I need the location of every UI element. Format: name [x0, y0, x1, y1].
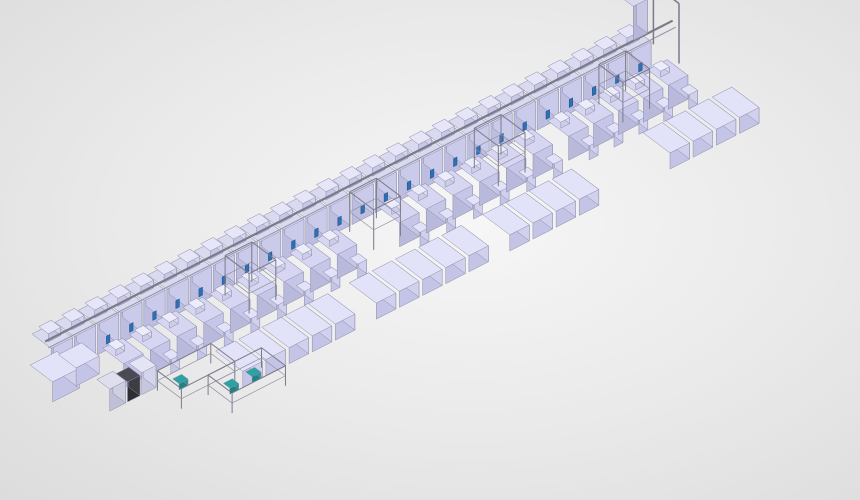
blue-panel	[337, 215, 342, 227]
blue-panel	[129, 322, 134, 333]
cad-viewport[interactable]	[0, 0, 860, 500]
blue-panel	[453, 156, 458, 167]
blue-panel	[545, 109, 550, 120]
teal-part	[172, 374, 189, 391]
blue-panel	[198, 286, 203, 298]
blue-panel	[592, 85, 597, 97]
frame-rail	[207, 384, 233, 404]
blue-panel	[152, 310, 157, 321]
blue-panel	[175, 298, 180, 309]
gantry-beam	[673, 0, 680, 5]
frame-rail	[373, 215, 401, 231]
blue-panel	[314, 227, 319, 238]
factory-layout-render	[29, 0, 760, 414]
teal-part	[223, 378, 239, 395]
blue-panel	[430, 168, 435, 179]
blue-panel	[638, 62, 643, 73]
frame-rail	[157, 380, 182, 399]
blue-panel	[568, 97, 573, 108]
